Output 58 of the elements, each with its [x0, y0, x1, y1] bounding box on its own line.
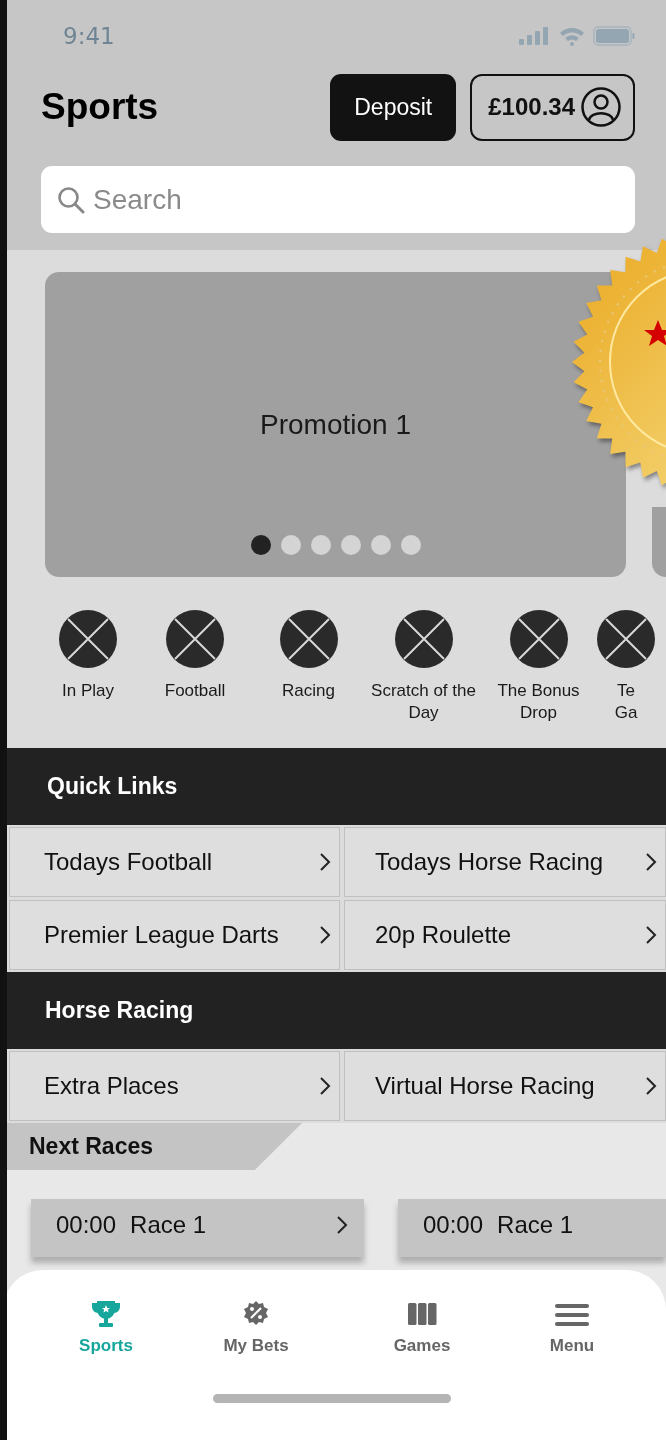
- crossed-circle-icon: [59, 610, 117, 668]
- race-name: Race 1: [130, 1211, 207, 1239]
- quick-link[interactable]: Virtual Horse Racing: [344, 1051, 666, 1121]
- slot-reels-icon: [407, 1300, 437, 1328]
- balance-amount: £100.34: [488, 93, 575, 121]
- carousel-dot[interactable]: [310, 535, 331, 555]
- race-time: 00:00: [423, 1211, 484, 1239]
- race-name: Race 1: [497, 1211, 574, 1239]
- wifi-icon: [559, 26, 585, 46]
- promotion-title: Promotion 1: [260, 408, 411, 441]
- carousel-dot[interactable]: [370, 535, 391, 555]
- page-title: Sports: [41, 86, 160, 128]
- race-card[interactable]: 00:00 Race 1: [398, 1199, 666, 1257]
- crossed-circle-icon: [509, 610, 568, 668]
- category-link[interactable]: Te Ga: [606, 680, 646, 724]
- crossed-circle-icon: [279, 610, 338, 668]
- carousel-dot[interactable]: [280, 535, 301, 555]
- carousel-dot[interactable]: [340, 535, 361, 555]
- category-link[interactable]: Racing: [282, 680, 335, 702]
- chevron-icon: [319, 852, 331, 872]
- crossed-circle-icon: [394, 610, 453, 668]
- category-link[interactable]: In Play: [62, 680, 114, 702]
- chevron-icon: [645, 1076, 657, 1096]
- quick-link[interactable]: Todays Horse Racing: [344, 827, 666, 897]
- carousel-dot[interactable]: [400, 535, 421, 555]
- category-link[interactable]: Football: [164, 680, 226, 702]
- user-icon: [581, 87, 621, 127]
- chevron-icon: [645, 925, 657, 945]
- chevron-icon: [645, 852, 657, 872]
- status-time: 9:41: [63, 23, 115, 49]
- section-header: Quick Links: [7, 748, 666, 825]
- quick-link[interactable]: Extra Places: [9, 1051, 340, 1121]
- category-link[interactable]: The Bonus Drop: [481, 680, 596, 724]
- nav-tab[interactable]: Menu: [497, 1284, 647, 1372]
- carousel-dot[interactable]: [250, 535, 271, 555]
- chevron-icon: [319, 1076, 331, 1096]
- percent-badge-icon: [241, 1300, 271, 1328]
- promotion-banner[interactable]: Promotion 1: [45, 272, 626, 577]
- nav-tab[interactable]: Games: [347, 1284, 497, 1372]
- quick-link[interactable]: 20p Roulette: [344, 900, 666, 970]
- balance-button[interactable]: £100.34: [470, 73, 635, 141]
- chevron-icon: [336, 1215, 348, 1235]
- section-header: Horse Racing: [7, 972, 666, 1049]
- signal-icon: [519, 27, 551, 45]
- category-link[interactable]: Scratch of the Day: [366, 680, 481, 724]
- chevron-icon: [319, 925, 331, 945]
- crossed-circle-icon: [166, 610, 224, 668]
- search-field[interactable]: Search: [41, 166, 635, 233]
- trophy-icon: [91, 1300, 121, 1328]
- quick-link[interactable]: Premier League Darts: [9, 900, 340, 970]
- nav-tab[interactable]: My Bets: [181, 1284, 331, 1372]
- race-time: 00:00: [56, 1211, 117, 1239]
- race-card[interactable]: 00:00 Race 1: [31, 1199, 364, 1257]
- section-title: Next Races: [29, 1133, 154, 1160]
- battery-icon: [593, 26, 635, 46]
- quick-link[interactable]: Todays Football: [9, 827, 340, 897]
- crossed-circle-icon: [597, 610, 655, 668]
- deposit-button[interactable]: Deposit: [330, 73, 457, 141]
